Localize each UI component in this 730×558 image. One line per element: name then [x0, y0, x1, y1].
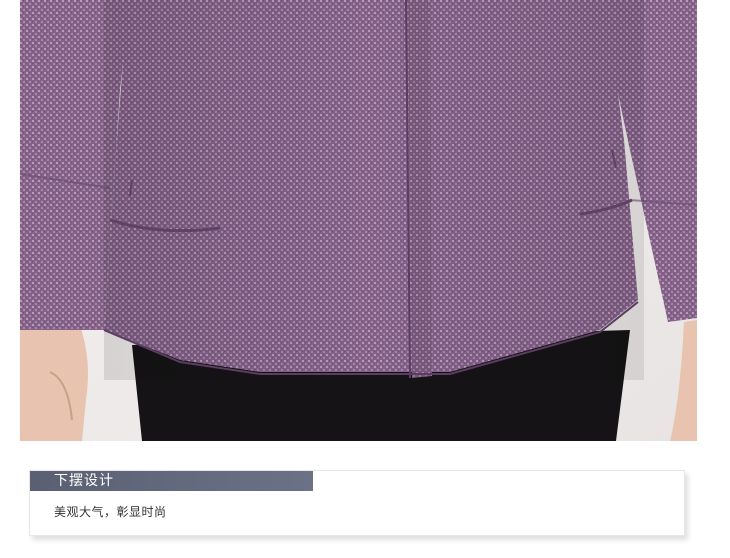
design-caption-card: 下摆设计 美观大气，彰显时尚	[29, 470, 685, 536]
jacket-placket	[408, 0, 432, 378]
left-hand	[20, 326, 88, 441]
section-title: 下摆设计	[54, 473, 114, 489]
product-photo	[20, 0, 697, 441]
section-description: 美观大气，彰显时尚	[54, 505, 167, 519]
